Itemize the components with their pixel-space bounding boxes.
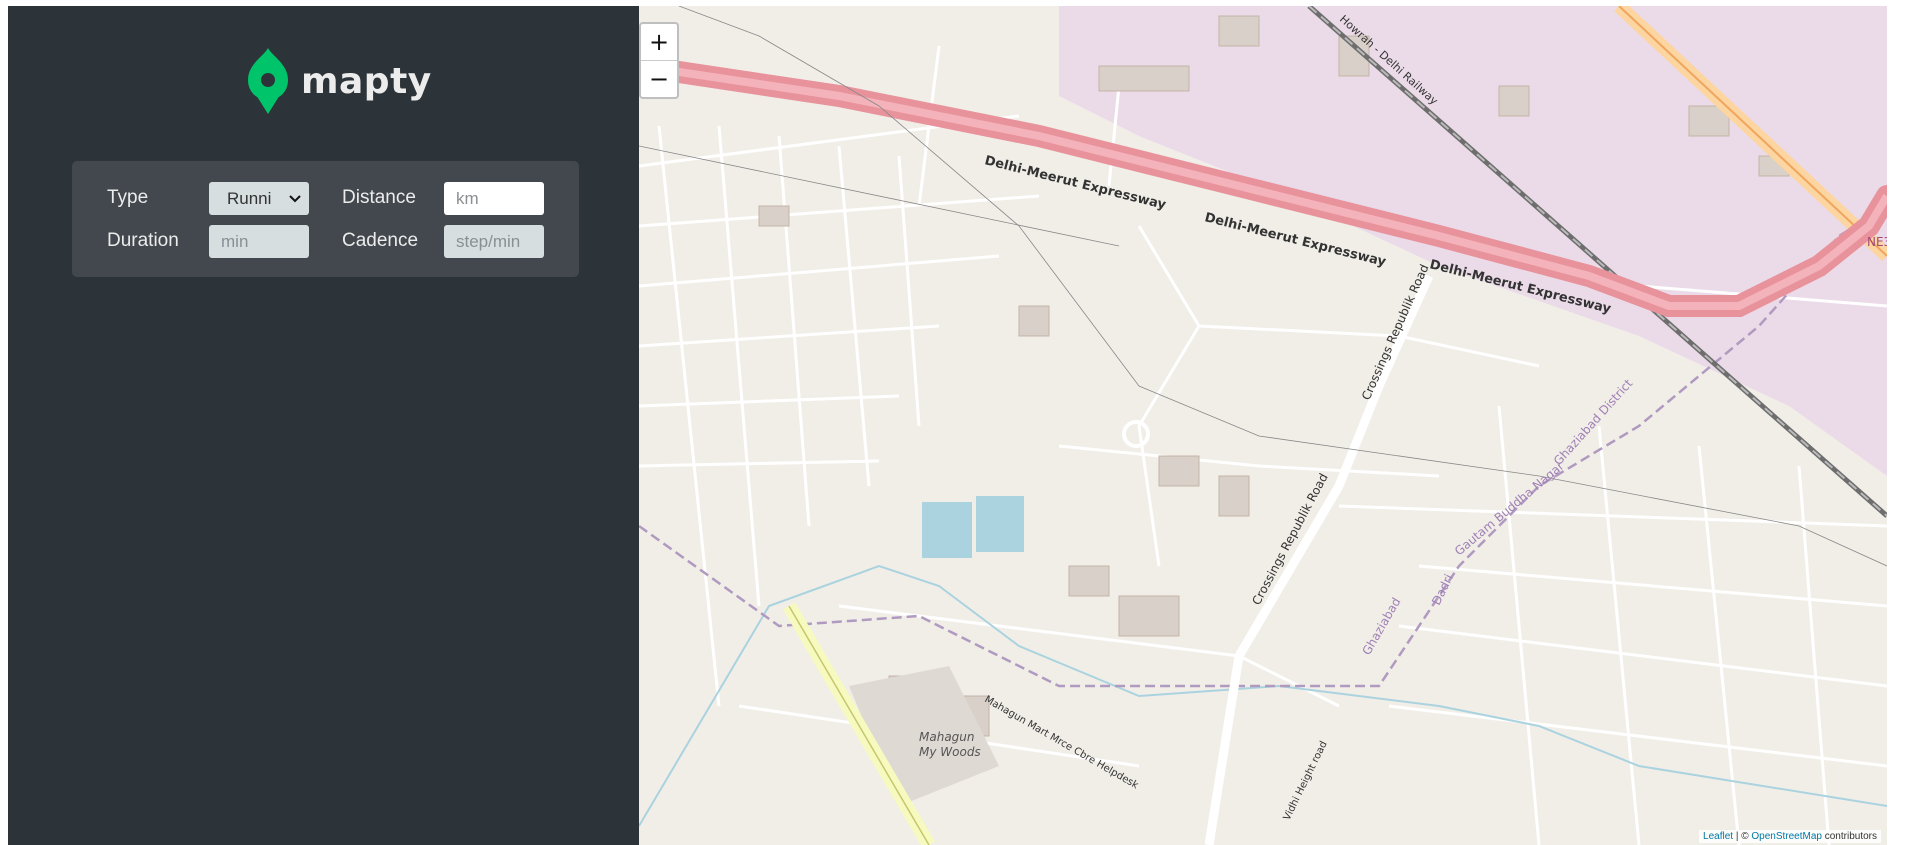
type-label: Type: [107, 187, 149, 208]
distance-label: Distance: [342, 187, 416, 208]
roundabout: [1122, 420, 1150, 448]
map-label-gautam: Gautam Buddha Nagar: [1452, 459, 1567, 558]
power-line: [639, 145, 1120, 247]
osm-link[interactable]: OpenStreetMap: [1751, 831, 1822, 842]
map-label-vidhi: Vidhi Height road: [1282, 740, 1330, 823]
attribution-contributors: contributors: [1821, 831, 1877, 842]
cadence-input[interactable]: [444, 225, 544, 258]
zoom-out-button[interactable]: −: [641, 61, 677, 97]
zoom-in-button[interactable]: +: [641, 24, 677, 61]
chevron-down-icon: [289, 194, 301, 202]
duration-label: Duration: [107, 230, 179, 251]
water-pond: [922, 502, 972, 558]
app-name: mapty: [301, 60, 432, 102]
sidebar: mapty Type Runni Distance Duration Caden…: [8, 6, 639, 845]
canal: [639, 564, 1887, 827]
distance-input[interactable]: [444, 182, 544, 215]
map-label-road: Crossings Republik Road: [1359, 262, 1432, 402]
workout-form: Type Runni Distance Duration Cadence: [72, 161, 579, 277]
type-selected-value: Runni: [227, 188, 272, 208]
zoom-control: + −: [639, 22, 679, 99]
map-label-district: Ghaziabad District: [1551, 376, 1636, 468]
cadence-label: Cadence: [342, 230, 419, 251]
map-pin-icon: [248, 48, 288, 114]
map-tiles[interactable]: Delhi-Meerut Expressway Delhi-Meerut Exp…: [639, 6, 1887, 845]
duration-input[interactable]: [209, 225, 309, 258]
water-pond: [976, 496, 1024, 552]
map-label-ne3: NE3: [1867, 235, 1887, 249]
type-select[interactable]: Runni: [209, 182, 309, 215]
map[interactable]: Delhi-Meerut Expressway Delhi-Meerut Exp…: [639, 6, 1887, 845]
map-label-mahagun: My Woods: [919, 745, 981, 759]
map-label-road: Crossings Republik Road: [1249, 471, 1330, 607]
map-label-dadri: Dadri: [1429, 572, 1456, 607]
attribution-separator: | ©: [1733, 831, 1752, 842]
logo: mapty: [243, 46, 432, 116]
map-label-ghaziabad: Ghaziabad: [1359, 595, 1403, 657]
map-attribution: Leaflet | © OpenStreetMap contributors: [1699, 830, 1881, 843]
leaflet-link[interactable]: Leaflet: [1703, 831, 1733, 842]
map-label-mahagun: Mahagun: [919, 730, 975, 744]
map-label-mahagun-mart: Mahagun Mart Mrce Cbre Helpdesk: [983, 694, 1141, 791]
